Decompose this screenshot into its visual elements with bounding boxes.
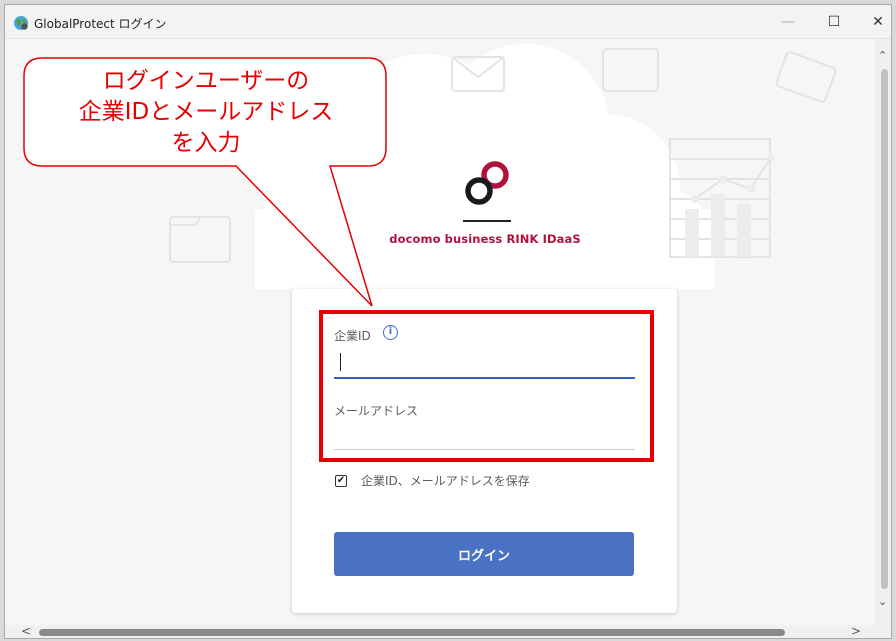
callout-text: ログインユーザーの 企業IDとメールアドレス を入力 — [24, 66, 388, 159]
callout-line-3: を入力 — [171, 130, 241, 156]
callout-line-1: ログインユーザーの — [102, 68, 310, 94]
callout-line-2: 企業IDとメールアドレス — [78, 99, 334, 125]
